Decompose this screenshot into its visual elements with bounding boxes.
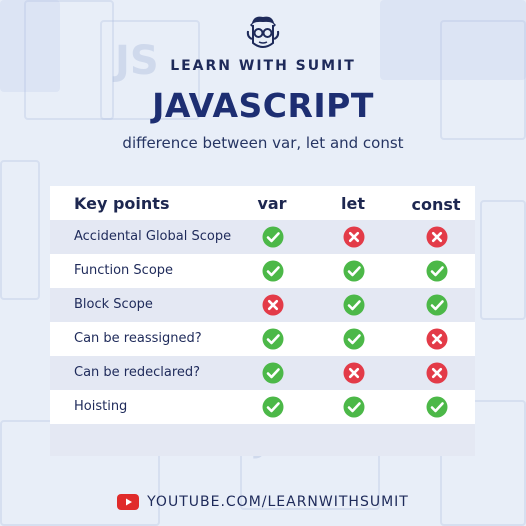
header-var: var [257, 194, 287, 213]
table-empty-row [50, 424, 475, 456]
check-icon [262, 226, 284, 248]
check-icon [343, 328, 365, 350]
check-icon [343, 260, 365, 282]
table-row: Can be reassigned? [50, 322, 475, 356]
row-label: Hoisting [74, 399, 128, 414]
bg-square-outline [0, 160, 40, 300]
table-row: Function Scope [50, 254, 475, 288]
youtube-icon [117, 494, 140, 510]
check-icon [343, 396, 365, 418]
check-icon [262, 362, 284, 384]
page-subtitle: difference between var, let and const [122, 134, 404, 152]
row-label: Function Scope [74, 263, 174, 278]
row-label: Block Scope [74, 297, 153, 312]
row-label: Can be reassigned? [74, 331, 202, 346]
row-label: Can be redeclared? [74, 365, 201, 380]
check-icon [426, 396, 448, 418]
table-row: Block Scope [50, 288, 475, 322]
comparison-table: Key points var let const Accidental Glob… [50, 186, 475, 456]
footer: YOUTUBE.COM/LEARNWITHSUMIT [0, 491, 526, 513]
check-icon [426, 294, 448, 316]
table-row: Can be redeclared? [50, 356, 475, 390]
cross-icon [343, 226, 365, 248]
cross-icon [426, 328, 448, 350]
row-label: Accidental Global Scope [74, 229, 232, 244]
cross-icon [426, 226, 448, 248]
cross-icon [343, 362, 365, 384]
header-key-points: Key points [74, 194, 170, 213]
check-icon [343, 294, 365, 316]
table-row: Accidental Global Scope [50, 220, 475, 254]
check-icon [426, 260, 448, 282]
cross-icon [426, 362, 448, 384]
brand-name: LEARN WITH SUMIT [170, 58, 356, 74]
check-icon [262, 396, 284, 418]
youtube-link[interactable]: YOUTUBE.COM/LEARNWITHSUMIT [147, 494, 409, 510]
brand-logo-icon [244, 13, 282, 53]
header-const: const [411, 195, 461, 214]
check-icon [262, 260, 284, 282]
check-icon [262, 328, 284, 350]
table-header-row: Key points var let const [50, 186, 475, 220]
header-let: let [341, 194, 365, 213]
table-row: Hoisting [50, 390, 475, 424]
page-title: JAVASCRIPT [152, 86, 374, 125]
cross-icon [262, 294, 284, 316]
bg-square-outline [480, 200, 526, 320]
